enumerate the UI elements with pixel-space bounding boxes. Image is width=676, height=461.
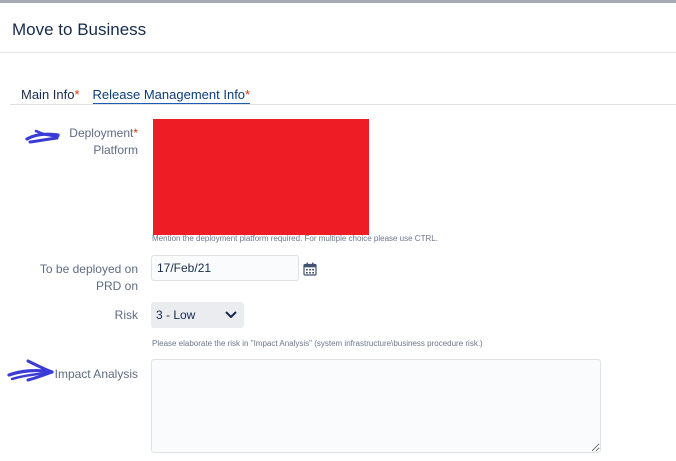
risk-help: Please elaborate the risk in "Impact Ana…: [152, 339, 483, 348]
redacted-platform-list: [153, 119, 369, 235]
chevron-down-icon: [225, 311, 237, 318]
tab-release-management-info[interactable]: Release Management Info*: [92, 87, 251, 105]
deploy-date-label-line1: To be deployed on: [39, 262, 138, 276]
deployment-platform-label: Deployment* Platform: [69, 125, 138, 159]
tab-main-info[interactable]: Main Info*: [21, 87, 80, 105]
risk-label: Risk: [114, 308, 138, 322]
required-marker: *: [133, 126, 138, 140]
dialog-title: Move to Business: [12, 20, 147, 39]
impact-analysis-label: Impact Analysis: [54, 367, 138, 381]
tab-bar: Main Info* Release Management Info*: [21, 87, 251, 105]
tab-release-management-info-label: Release Management Info: [92, 87, 246, 102]
deploy-date-label-line2: PRD on: [95, 279, 138, 293]
header-divider: [0, 52, 676, 53]
tabs-divider: [10, 104, 676, 105]
deployment-platform-label-line1: Deployment: [69, 126, 134, 140]
impact-analysis-textarea[interactable]: [151, 359, 601, 453]
annotation-arrow-icon: [7, 359, 54, 382]
risk-select[interactable]: 3 - Low: [151, 302, 244, 328]
tab-main-info-label: Main Info: [21, 87, 75, 102]
top-border: [0, 0, 676, 3]
deployment-platform-help: Mention the deployment platform required…: [152, 234, 438, 243]
required-marker: *: [245, 87, 251, 102]
calendar-icon[interactable]: [303, 262, 317, 276]
annotation-arrow-icon: [25, 129, 60, 144]
required-marker: *: [74, 87, 80, 102]
deploy-date-label: To be deployed on PRD on: [40, 261, 138, 295]
deploy-date-input[interactable]: [151, 255, 299, 281]
deployment-platform-label-line2: Platform: [93, 143, 138, 157]
risk-selected-value: 3 - Low: [156, 308, 196, 322]
